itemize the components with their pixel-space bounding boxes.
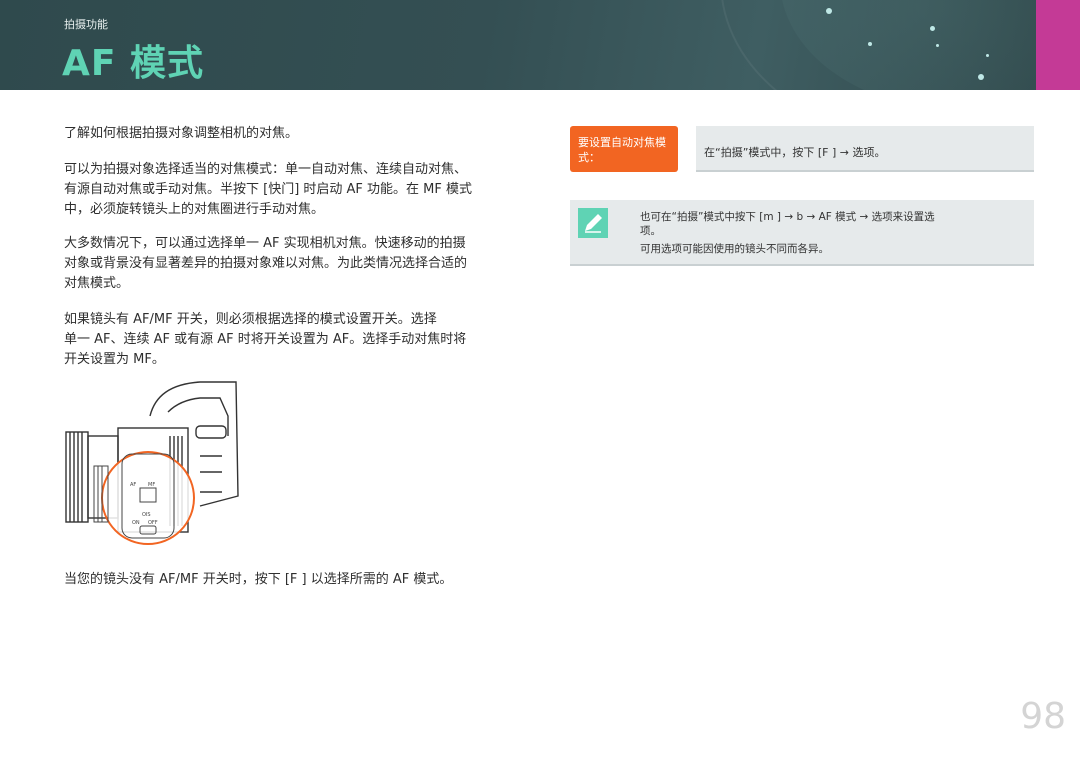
breadcrumb: 拍摄功能 <box>64 18 108 31</box>
on-label: ON <box>132 520 140 526</box>
tip-label: 要设置自动对焦模式： <box>570 126 678 172</box>
sparkle-dot <box>986 54 989 57</box>
af-label: AF <box>130 482 136 488</box>
ois-label: OIS <box>142 512 151 518</box>
camera-lens-illustration: AF MF OIS ON OFF <box>65 381 239 545</box>
text-line: 如果镜头有 AF/MF 开关，则必须根据选择的模式设置开关。选择 <box>64 312 437 327</box>
highlight-circle <box>101 451 195 545</box>
page-title: AF 模式 <box>62 43 204 84</box>
note-line: 也可在“拍摄”模式中按下 [m ] → b → AF 模式 → 选项来设置选 <box>640 211 935 223</box>
sparkle-dot <box>936 44 939 47</box>
text-line: 对象或背景没有显著差异的拍摄对象难以对焦。为此类情况选择合适的 <box>64 256 468 271</box>
single-af-paragraph: 大多数情况下，可以通过选择单一 AF 实现相机对焦。快速移动的拍摄 对象或背景没… <box>64 234 534 294</box>
focus-modes-paragraph: 可以为拍摄对象选择适当的对焦模式：单一自动对焦、连续自动对焦、 有源自动对焦或手… <box>64 160 534 220</box>
pencil-icon <box>578 208 608 238</box>
caption: 当您的镜头没有 AF/MF 开关时，按下 [F ] 以选择所需的 AF 模式。 <box>64 572 453 587</box>
header-banner: 拍摄功能 AF 模式 <box>0 0 1080 90</box>
note-box: 也可在“拍摄”模式中按下 [m ] → b → AF 模式 → 选项来设置选 项… <box>570 200 1034 266</box>
tip-text: 在“拍摄”模式中，按下 [F ] → 选项。 <box>696 126 1034 172</box>
sparkle-dot <box>930 26 935 31</box>
text-line: 单一 AF、连续 AF 或有源 AF 时将开关设置为 AF。选择手动对焦时将 <box>64 332 467 347</box>
mf-label: MF <box>148 482 155 488</box>
intro-paragraph: 了解如何根据拍摄对象调整相机的对焦。 <box>64 126 299 141</box>
text-line: 中，必须旋转镜头上的对焦圈进行手动对焦。 <box>64 202 325 217</box>
text-line: 可以为拍摄对象选择适当的对焦模式：单一自动对焦、连续自动对焦、 <box>64 162 468 177</box>
tip-row: 要设置自动对焦模式： 在“拍摄”模式中，按下 [F ] → 选项。 <box>570 126 1034 172</box>
note-line: 项。 <box>640 225 661 237</box>
note-line: 可用选项可能因使用的镜头不同而各异。 <box>640 243 829 255</box>
text-line: 开关设置为 MF。 <box>64 352 165 367</box>
text-line: 有源自动对焦或手动对焦。半按下 [快门] 时启动 AF 功能。在 MF 模式 <box>64 182 473 197</box>
sparkle-dot <box>826 8 832 14</box>
section-tab <box>1036 0 1080 90</box>
page-number: 98 <box>1020 696 1066 737</box>
sparkle-dot <box>868 42 872 46</box>
sparkle-dot <box>978 74 984 80</box>
off-label: OFF <box>148 520 158 526</box>
text-line: 对焦模式。 <box>64 276 130 291</box>
switch-paragraph: 如果镜头有 AF/MF 开关，则必须根据选择的模式设置开关。选择 单一 AF、连… <box>64 310 534 370</box>
text-line: 大多数情况下，可以通过选择单一 AF 实现相机对焦。快速移动的拍摄 <box>64 236 466 251</box>
